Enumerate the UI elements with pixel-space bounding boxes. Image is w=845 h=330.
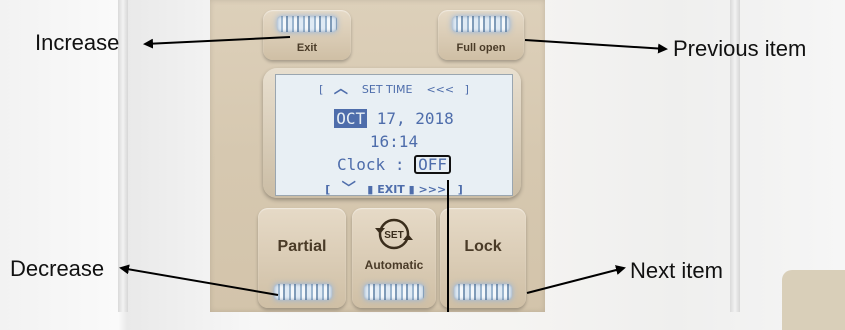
month-field: OCT — [334, 109, 368, 128]
clock-label: Clock : — [337, 155, 415, 174]
full-open-led — [452, 16, 510, 32]
increase-label: Increase — [35, 30, 120, 55]
bracket-left-top: [ — [319, 83, 324, 96]
lcd-clock-row: Clock : OFF — [276, 155, 512, 174]
exit-led — [277, 16, 337, 32]
set-cycle-icon: SET — [375, 218, 413, 250]
bracket-right-top: ] — [464, 83, 469, 96]
background-post-left — [118, 0, 128, 312]
lcd-time-row: 16:14 — [276, 132, 512, 151]
time-value: 16:14 — [369, 132, 419, 151]
partial-key[interactable]: Partial — [258, 208, 346, 308]
menu-title: SET TIME — [361, 83, 413, 96]
selection-marker-icon: ▮ — [408, 183, 415, 196]
exit-text: EXIT — [377, 183, 405, 196]
previous-item-label: Previous item — [673, 36, 807, 61]
display-frame: [ ︿ SET TIME <<< ] OCT 17, 2018 16:14 Cl… — [263, 68, 521, 198]
decrease-label: Decrease — [10, 256, 105, 281]
lcd-date-row: OCT 17, 2018 — [276, 109, 512, 128]
lock-key[interactable]: Lock — [440, 208, 526, 308]
lock-key-label: Lock — [464, 238, 502, 255]
forward-chevrons: >>> — [418, 183, 447, 196]
full-open-key-label: Full open — [456, 42, 506, 54]
clock-value: OFF — [414, 155, 451, 174]
exit-key[interactable]: Exit — [263, 10, 351, 60]
exit-marker-icon: ▮ — [367, 183, 374, 196]
control-panel: Exit Full open [ ︿ SET TIME <<< ] OCT 17… — [210, 0, 545, 312]
partial-led — [274, 284, 332, 300]
up-arrow-icon: ︿ — [333, 81, 348, 97]
background-object — [782, 270, 845, 330]
automatic-key[interactable]: SET Automatic — [352, 208, 436, 308]
exit-key-label: Exit — [296, 42, 318, 54]
previous-item-arrow — [524, 39, 668, 54]
set-icon-text: SET — [384, 230, 403, 241]
automatic-led — [364, 284, 424, 300]
lcd-header-row: [ ︿ SET TIME <<< ] — [276, 78, 512, 98]
date-value: 17, 2018 — [367, 109, 454, 128]
lock-led — [454, 284, 512, 300]
full-open-key[interactable]: Full open — [438, 10, 524, 60]
bracket-right-bottom: ] — [457, 183, 463, 196]
next-item-label: Next item — [630, 258, 723, 283]
back-chevrons: <<< — [426, 83, 455, 96]
down-arrow-icon: ﹀ — [341, 181, 356, 197]
bracket-left-bottom: [ — [325, 183, 331, 196]
automatic-key-label: Automatic — [364, 258, 424, 272]
partial-key-label: Partial — [277, 238, 327, 255]
lcd-footer-row: [ ﹀ ▮ EXIT ▮ >>> ] — [276, 178, 512, 198]
lcd-display: [ ︿ SET TIME <<< ] OCT 17, 2018 16:14 Cl… — [275, 74, 513, 198]
